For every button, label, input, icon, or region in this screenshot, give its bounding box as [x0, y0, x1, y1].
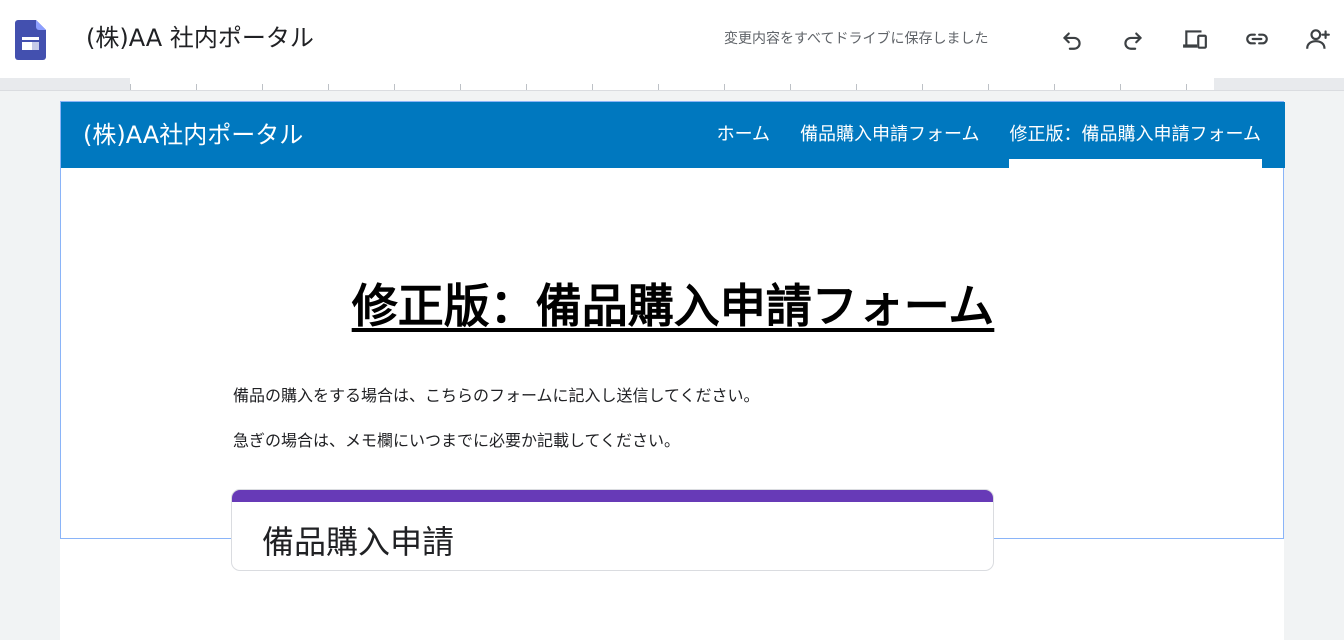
page-title-text: 修正版：備品購入申請フォーム	[351, 279, 995, 333]
site-name[interactable]: (株)AA社内ポータル	[83, 120, 303, 150]
description-paragraph-2[interactable]: 急ぎの場合は、メモ欄にいつまでに必要か記載してください。	[233, 430, 680, 452]
undo-button[interactable]	[1054, 21, 1090, 57]
ruler-bar	[0, 78, 1344, 91]
description-paragraph-1[interactable]: 備品の購入をする場合は、こちらのフォームに記入し送信してください。	[233, 385, 760, 407]
redo-icon	[1124, 32, 1142, 50]
site-title[interactable]: (株)AA 社内ポータル	[86, 22, 314, 54]
sites-logo-icon[interactable]	[15, 20, 46, 60]
redo-button[interactable]	[1115, 21, 1151, 57]
site-header: (株)AA社内ポータル ホーム 備品購入申請フォーム 修正版：備品購入申請フォー…	[61, 102, 1285, 168]
preview-button[interactable]	[1177, 21, 1213, 57]
site-nav: ホーム 備品購入申請フォーム 修正版：備品購入申請フォーム	[687, 102, 1263, 168]
nav-item-home[interactable]: ホーム	[717, 102, 770, 168]
page-title[interactable]: 修正版：備品購入申請フォーム	[61, 277, 1285, 335]
app-bar: (株)AA 社内ポータル 変更内容をすべてドライブに保存しました	[0, 0, 1344, 78]
add-person-icon	[1306, 29, 1330, 49]
nav-item-revised-purchase-form[interactable]: 修正版：備品購入申請フォーム	[1008, 102, 1263, 168]
header-section[interactable]: (株)AA社内ポータル ホーム 備品購入申請フォーム 修正版：備品購入申請フォー…	[60, 101, 1285, 539]
undo-icon	[1063, 32, 1081, 50]
link-icon	[1246, 33, 1268, 45]
share-button[interactable]	[1300, 21, 1336, 57]
nav-item-purchase-form[interactable]: 備品購入申請フォーム	[800, 102, 979, 168]
embedded-form[interactable]: 備品購入申請	[232, 490, 993, 570]
preview-devices-icon	[1183, 30, 1207, 49]
copy-link-button[interactable]	[1239, 21, 1275, 57]
ruler	[130, 78, 1214, 90]
form-title: 備品購入申請	[262, 523, 455, 561]
save-status: 変更内容をすべてドライブに保存しました	[724, 31, 989, 47]
